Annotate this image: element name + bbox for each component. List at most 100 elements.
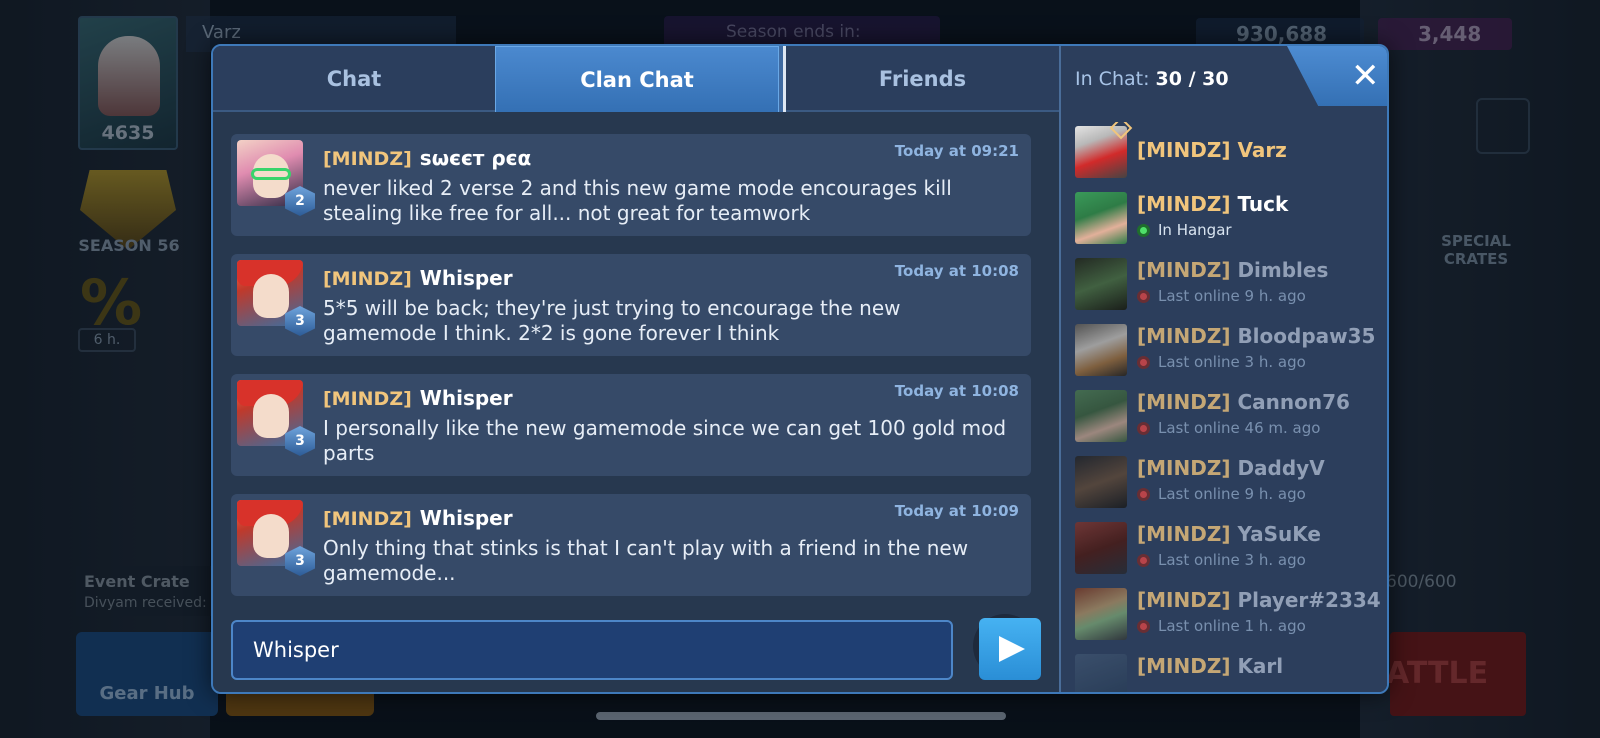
tab-clan-chat[interactable]: Clan Chat — [495, 46, 779, 112]
in-chat-label: In Chat: — [1075, 68, 1150, 90]
message-author: [MINDZ] Whisper — [323, 266, 513, 290]
message-author: [MINDZ] Whisper — [323, 506, 513, 530]
clan-tag: [MINDZ] — [1137, 258, 1231, 282]
message-input[interactable] — [233, 622, 951, 678]
message-item: 3 [MINDZ] Whisper Today at 10:08 5*5 will… — [231, 254, 1031, 356]
member-item[interactable]: [MINDZ] YaSuKe Last online 3 h. ago — [1075, 522, 1385, 578]
member-name: [MINDZ] Bloodpaw35 — [1137, 324, 1375, 348]
status-text: Last online 46 m. ago — [1158, 419, 1321, 437]
member-status: Last online 9 h. ago — [1137, 485, 1306, 503]
avatar — [1075, 258, 1127, 310]
message-time: Today at 10:08 — [894, 382, 1019, 400]
online-status-icon — [1137, 223, 1150, 237]
avatar — [1075, 588, 1127, 640]
status-text: Last online 3 h. ago — [1158, 551, 1306, 569]
member-status: Last online 3 h. ago — [1137, 353, 1306, 371]
member-item[interactable]: [MINDZ] Cannon76 Last online 46 m. ago — [1075, 390, 1385, 446]
clan-tag: [MINDZ] — [1137, 522, 1231, 546]
member-status: Last online 1 h. ago — [1137, 617, 1306, 635]
clan-tag: [MINDZ] — [1137, 654, 1231, 678]
members-panel: In Chat: 30 / 30 ✕ [MINDZ] Varz [MINDZ] … — [1059, 46, 1387, 692]
member-list[interactable]: [MINDZ] Varz [MINDZ] Tuck In Hangar [MIN… — [1061, 122, 1387, 692]
message-time: Today at 10:08 — [894, 262, 1019, 280]
message-text: I personally like the new gamemode since… — [323, 416, 1007, 465]
clan-tag: [MINDZ] — [1137, 390, 1231, 414]
offline-status-icon — [1137, 289, 1150, 303]
offline-status-icon — [1137, 619, 1150, 633]
clan-tag: [MINDZ] — [323, 508, 412, 530]
home-indicator — [596, 712, 1006, 720]
member-name: [MINDZ] Cannon76 — [1137, 390, 1350, 414]
chat-dialog: Chat Clan Chat Friends 2 [MINDZ] ѕωєєт ρє… — [211, 44, 1389, 694]
member-item[interactable]: [MINDZ] Dimbles Last online 9 h. ago — [1075, 258, 1385, 314]
member-item[interactable]: [MINDZ] DaddyV Last online 9 h. ago — [1075, 456, 1385, 512]
send-button[interactable] — [979, 618, 1041, 680]
member-item[interactable]: [MINDZ] Varz — [1075, 122, 1385, 182]
author-name[interactable]: ѕωєєт ρєα — [420, 146, 531, 170]
member-status: In Hangar — [1137, 221, 1232, 239]
message-input-box[interactable] — [231, 620, 953, 680]
offline-status-icon — [1137, 487, 1150, 501]
member-nick: Karl — [1237, 654, 1284, 678]
member-nick: Varz — [1237, 138, 1287, 162]
message-author: [MINDZ] ѕωєєт ρєα — [323, 146, 531, 170]
close-icon[interactable]: ✕ — [1351, 56, 1380, 96]
author-name[interactable]: Whisper — [420, 266, 513, 290]
member-nick: Bloodpaw35 — [1237, 324, 1376, 348]
member-nick: Player#2334 — [1237, 588, 1381, 612]
member-name: [MINDZ] DaddyV — [1137, 456, 1325, 480]
clan-tag: [MINDZ] — [323, 268, 412, 290]
avatar — [1075, 390, 1127, 442]
member-name: [MINDZ] YaSuKe — [1137, 522, 1321, 546]
message-item: 2 [MINDZ] ѕωєєт ρєα Today at 09:21 never … — [231, 134, 1031, 236]
member-nick: Dimbles — [1237, 258, 1329, 282]
avatar — [1075, 522, 1127, 574]
in-chat-counter: In Chat: 30 / 30 — [1075, 68, 1229, 90]
member-nick: YaSuKe — [1237, 522, 1321, 546]
member-item[interactable]: [MINDZ] Player#2334 Last online 1 h. ago — [1075, 588, 1385, 644]
avatar — [1075, 324, 1127, 376]
tab-chat[interactable]: Chat — [213, 46, 495, 112]
status-text: In Hangar — [1158, 221, 1232, 239]
status-text: Last online 1 h. ago — [1158, 617, 1306, 635]
message-time: Today at 10:09 — [894, 502, 1019, 520]
clan-tag: [MINDZ] — [323, 388, 412, 410]
member-name: [MINDZ] Varz — [1137, 138, 1287, 162]
clan-tag: [MINDZ] — [1137, 192, 1231, 216]
clan-tag: [MINDZ] — [1137, 456, 1231, 480]
in-chat-count: 30 / 30 — [1155, 68, 1229, 90]
message-text: Only thing that stinks is that I can't p… — [323, 536, 969, 585]
status-text: Last online 9 h. ago — [1158, 287, 1306, 305]
author-name[interactable]: Whisper — [420, 386, 513, 410]
send-icon — [999, 636, 1025, 662]
member-status: Last online 3 h. ago — [1137, 551, 1306, 569]
clan-tag: [MINDZ] — [1137, 324, 1231, 348]
author-name[interactable]: Whisper — [420, 506, 513, 530]
avatar — [1075, 192, 1127, 244]
member-status: Last online 46 m. ago — [1137, 419, 1320, 437]
member-nick: Tuck — [1237, 192, 1289, 216]
member-name: [MINDZ] Dimbles — [1137, 258, 1328, 282]
member-name: [MINDZ] Tuck — [1137, 192, 1288, 216]
chat-pane: Chat Clan Chat Friends 2 [MINDZ] ѕωєєт ρє… — [213, 46, 1059, 692]
clan-tag: [MINDZ] — [1137, 138, 1231, 162]
message-item: 3 [MINDZ] Whisper Today at 10:09 Only thi… — [231, 494, 1031, 596]
member-item[interactable]: [MINDZ] Tuck In Hangar — [1075, 192, 1385, 248]
member-name: [MINDZ] Player#2334 — [1137, 588, 1381, 612]
offline-status-icon — [1137, 553, 1150, 567]
member-item[interactable]: [MINDZ] Bloodpaw35 Last online 3 h. ago — [1075, 324, 1385, 380]
avatar — [1075, 654, 1127, 692]
member-nick: Cannon76 — [1237, 390, 1350, 414]
chat-tabs: Chat Clan Chat Friends — [213, 46, 1059, 112]
clan-tag: [MINDZ] — [1137, 588, 1231, 612]
message-author: [MINDZ] Whisper — [323, 386, 513, 410]
member-item[interactable]: [MINDZ] Karl — [1075, 654, 1385, 692]
avatar — [1075, 456, 1127, 508]
message-item: 3 [MINDZ] Whisper Today at 10:08 I person… — [231, 374, 1031, 476]
clan-tag: [MINDZ] — [323, 148, 412, 170]
message-text: never liked 2 verse 2 and this new game … — [323, 176, 952, 225]
message-list[interactable]: 2 [MINDZ] ѕωєєт ρєα Today at 09:21 never … — [231, 134, 1037, 678]
tab-friends[interactable]: Friends — [783, 46, 1059, 112]
offline-status-icon — [1137, 421, 1150, 435]
member-status: Last online 9 h. ago — [1137, 287, 1306, 305]
